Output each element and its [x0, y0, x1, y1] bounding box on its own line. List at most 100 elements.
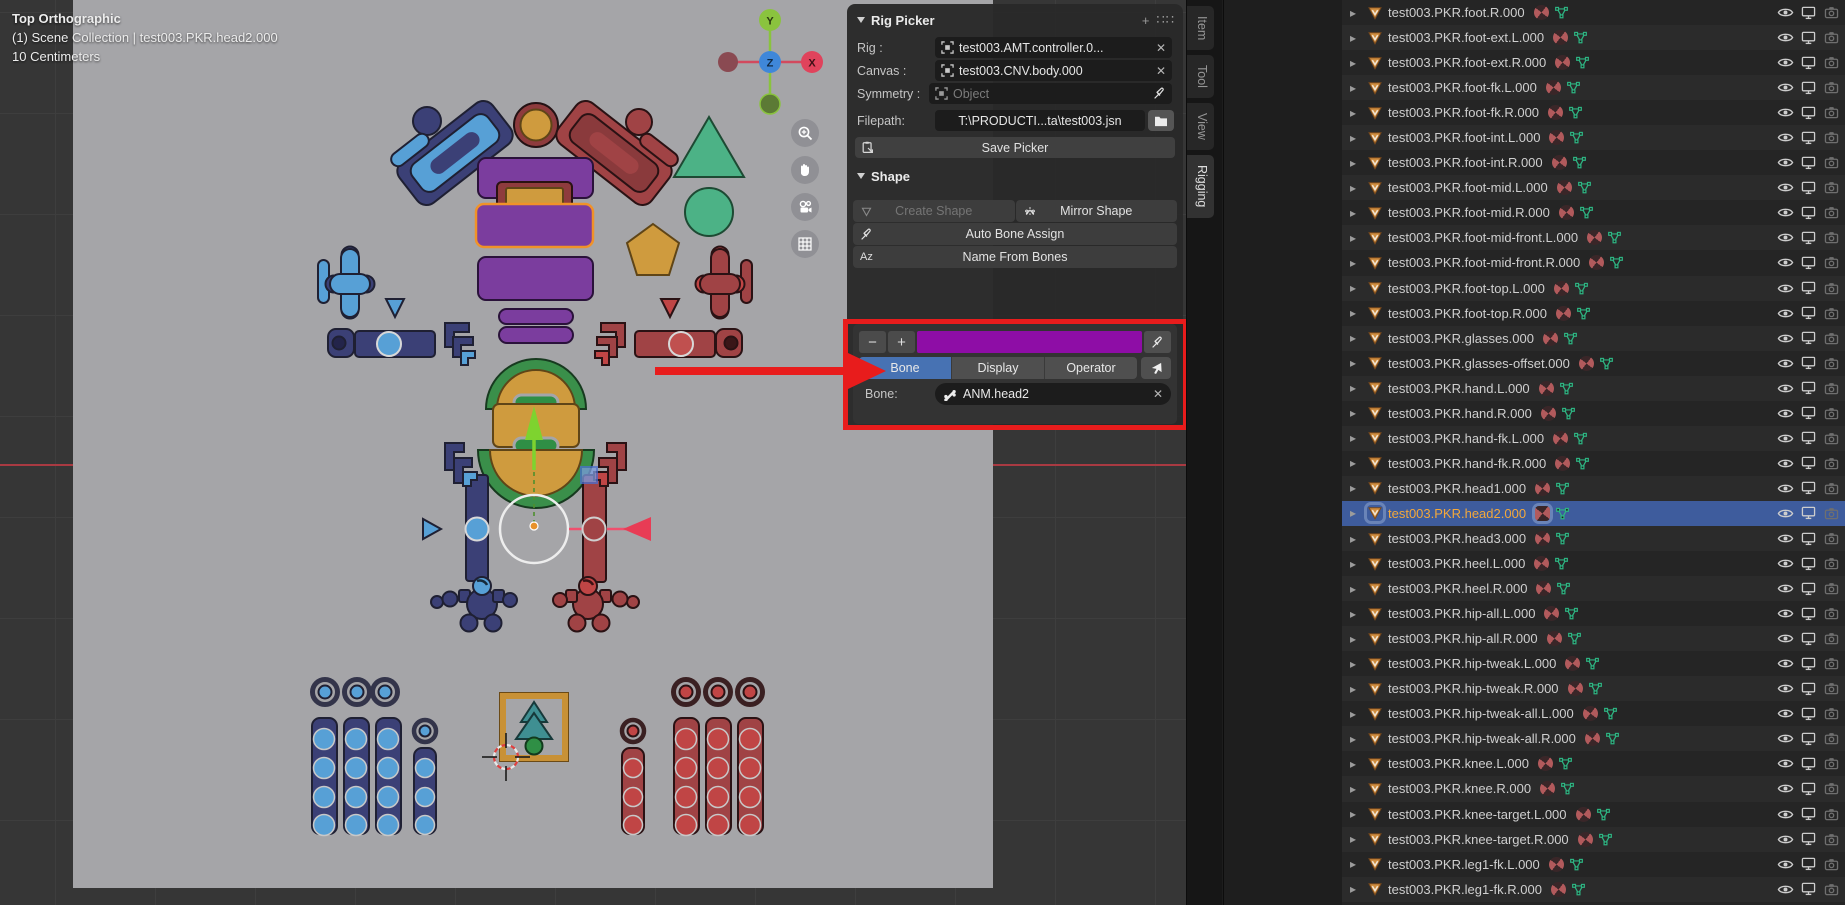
- disable-viewports-toggle[interactable]: [1799, 582, 1817, 596]
- expand-chevron-icon[interactable]: ▸: [1350, 532, 1362, 546]
- sidebar-tab-view[interactable]: View: [1187, 103, 1214, 150]
- expand-chevron-icon[interactable]: ▸: [1350, 481, 1362, 495]
- outliner-row[interactable]: ▸ test003.PKR.foot-top.L.000: [1342, 276, 1845, 301]
- disable-viewports-toggle[interactable]: [1799, 506, 1817, 520]
- disable-render-toggle[interactable]: [1822, 156, 1840, 169]
- disable-render-toggle[interactable]: [1822, 382, 1840, 395]
- add-icon[interactable]: +: [1142, 13, 1151, 28]
- hide-viewport-toggle[interactable]: [1776, 532, 1794, 545]
- outliner-row[interactable]: ▸ test003.PKR.hand-fk.R.000: [1342, 451, 1845, 476]
- viewport-3d[interactable]: Top Orthographic (1) Scene Collection | …: [0, 0, 1186, 905]
- disable-render-toggle[interactable]: [1822, 682, 1840, 695]
- disable-viewports-toggle[interactable]: [1799, 181, 1817, 195]
- outliner-row[interactable]: ▸ test003.PKR.knee.L.000: [1342, 751, 1845, 776]
- disable-viewports-toggle[interactable]: [1799, 131, 1817, 145]
- disable-render-toggle[interactable]: [1822, 532, 1840, 545]
- save-picker-button[interactable]: Save Picker: [855, 137, 1175, 158]
- disable-viewports-toggle[interactable]: [1799, 832, 1817, 846]
- picker-shape-head[interactable]: [514, 103, 558, 147]
- eyedropper-icon[interactable]: [1153, 87, 1166, 100]
- disable-render-toggle[interactable]: [1822, 206, 1840, 219]
- zoom-tool-button[interactable]: [791, 119, 819, 147]
- outliner-row[interactable]: ▸ test003.PKR.glasses-offset.000: [1342, 351, 1845, 376]
- disable-render-toggle[interactable]: [1822, 632, 1840, 645]
- auto-bone-assign-button[interactable]: Auto Bone Assign: [853, 223, 1177, 245]
- disable-render-toggle[interactable]: [1822, 657, 1840, 670]
- hide-viewport-toggle[interactable]: [1776, 206, 1794, 219]
- disable-render-toggle[interactable]: [1822, 106, 1840, 119]
- expand-chevron-icon[interactable]: ▸: [1350, 56, 1362, 70]
- disable-viewports-toggle[interactable]: [1799, 682, 1817, 696]
- outliner-row[interactable]: ▸ test003.PKR.foot-fk.L.000: [1342, 75, 1845, 100]
- disable-viewports-toggle[interactable]: [1799, 707, 1817, 721]
- disable-viewports-toggle[interactable]: [1799, 381, 1817, 395]
- expand-chevron-icon[interactable]: ▸: [1350, 431, 1362, 445]
- hide-viewport-toggle[interactable]: [1776, 307, 1794, 320]
- disable-viewports-toggle[interactable]: [1799, 757, 1817, 771]
- hide-viewport-toggle[interactable]: [1776, 181, 1794, 194]
- expand-chevron-icon[interactable]: ▸: [1350, 381, 1362, 395]
- expand-chevron-icon[interactable]: ▸: [1350, 682, 1362, 696]
- disable-viewports-toggle[interactable]: [1799, 807, 1817, 821]
- expand-chevron-icon[interactable]: ▸: [1350, 832, 1362, 846]
- hide-viewport-toggle[interactable]: [1776, 582, 1794, 595]
- disable-render-toggle[interactable]: [1822, 6, 1840, 19]
- shape-section-header[interactable]: Shape: [857, 167, 1175, 185]
- hide-viewport-toggle[interactable]: [1776, 256, 1794, 269]
- hide-viewport-toggle[interactable]: [1776, 106, 1794, 119]
- expand-chevron-icon[interactable]: ▸: [1350, 206, 1362, 220]
- disable-render-toggle[interactable]: [1822, 457, 1840, 470]
- disable-viewports-toggle[interactable]: [1799, 532, 1817, 546]
- outliner-row[interactable]: ▸ test003.PKR.leg1-fk.L.000: [1342, 852, 1845, 877]
- disable-render-toggle[interactable]: [1822, 707, 1840, 720]
- hide-viewport-toggle[interactable]: [1776, 682, 1794, 695]
- outliner-row[interactable]: ▸ test003.PKR.foot-fk.R.000: [1342, 100, 1845, 125]
- outliner-row[interactable]: ▸ test003.PKR.hip-tweak-all.L.000: [1342, 701, 1845, 726]
- disable-viewports-toggle[interactable]: [1799, 56, 1817, 70]
- outliner-row[interactable]: ▸ test003.PKR.foot-int.R.000: [1342, 150, 1845, 175]
- hide-viewport-toggle[interactable]: [1776, 357, 1794, 370]
- outliner-row[interactable]: ▸ test003.PKR.foot-ext.R.000: [1342, 50, 1845, 75]
- disable-viewports-toggle[interactable]: [1799, 406, 1817, 420]
- disable-viewports-toggle[interactable]: [1799, 281, 1817, 295]
- expand-chevron-icon[interactable]: ▸: [1350, 31, 1362, 45]
- disable-viewports-toggle[interactable]: [1799, 231, 1817, 245]
- picker-shape-cross-right[interactable]: [696, 247, 753, 319]
- disable-viewports-toggle[interactable]: [1799, 481, 1817, 495]
- hide-viewport-toggle[interactable]: [1776, 56, 1794, 69]
- expand-chevron-icon[interactable]: ▸: [1350, 757, 1362, 771]
- expand-chevron-icon[interactable]: ▸: [1350, 857, 1362, 871]
- disable-viewports-toggle[interactable]: [1799, 31, 1817, 45]
- disable-render-toggle[interactable]: [1822, 482, 1840, 495]
- picker-shape-frame[interactable]: [500, 693, 568, 761]
- hide-viewport-toggle[interactable]: [1776, 782, 1794, 795]
- outliner-row[interactable]: ▸ test003.PKR.hand.R.000: [1342, 401, 1845, 426]
- mirror-shape-button[interactable]: Mirror Shape: [1016, 200, 1178, 222]
- expand-chevron-icon[interactable]: ▸: [1350, 882, 1362, 896]
- hide-viewport-toggle[interactable]: [1776, 858, 1794, 871]
- hide-viewport-toggle[interactable]: [1776, 607, 1794, 620]
- hide-viewport-toggle[interactable]: [1776, 757, 1794, 770]
- hide-viewport-toggle[interactable]: [1776, 557, 1794, 570]
- disable-viewports-toggle[interactable]: [1799, 81, 1817, 95]
- outliner-row[interactable]: ▸ test003.PKR.foot-mid.R.000: [1342, 200, 1845, 225]
- hide-viewport-toggle[interactable]: [1776, 657, 1794, 670]
- disable-render-toggle[interactable]: [1822, 808, 1840, 821]
- rig-field[interactable]: test003.AMT.controller.0... ✕: [935, 37, 1172, 58]
- outliner-row[interactable]: ▸ test003.PKR.head3.000: [1342, 526, 1845, 551]
- expand-chevron-icon[interactable]: ▸: [1350, 406, 1362, 420]
- outliner-row[interactable]: ▸ test003.PKR.hip-tweak.R.000: [1342, 676, 1845, 701]
- hide-viewport-toggle[interactable]: [1776, 457, 1794, 470]
- sidebar-tab-rigging[interactable]: Rigging: [1187, 155, 1214, 217]
- disable-viewports-toggle[interactable]: [1799, 6, 1817, 20]
- hide-viewport-toggle[interactable]: [1776, 507, 1794, 520]
- disable-viewports-toggle[interactable]: [1799, 607, 1817, 621]
- hide-viewport-toggle[interactable]: [1776, 31, 1794, 44]
- navigation-gizmo[interactable]: Y X Z: [717, 9, 823, 115]
- outliner-row[interactable]: ▸ test003.PKR.foot.R.000: [1342, 0, 1845, 25]
- expand-chevron-icon[interactable]: ▸: [1350, 306, 1362, 320]
- disable-render-toggle[interactable]: [1822, 507, 1840, 520]
- expand-chevron-icon[interactable]: ▸: [1350, 231, 1362, 245]
- clear-canvas-icon[interactable]: ✕: [1156, 64, 1166, 78]
- hide-viewport-toggle[interactable]: [1776, 732, 1794, 745]
